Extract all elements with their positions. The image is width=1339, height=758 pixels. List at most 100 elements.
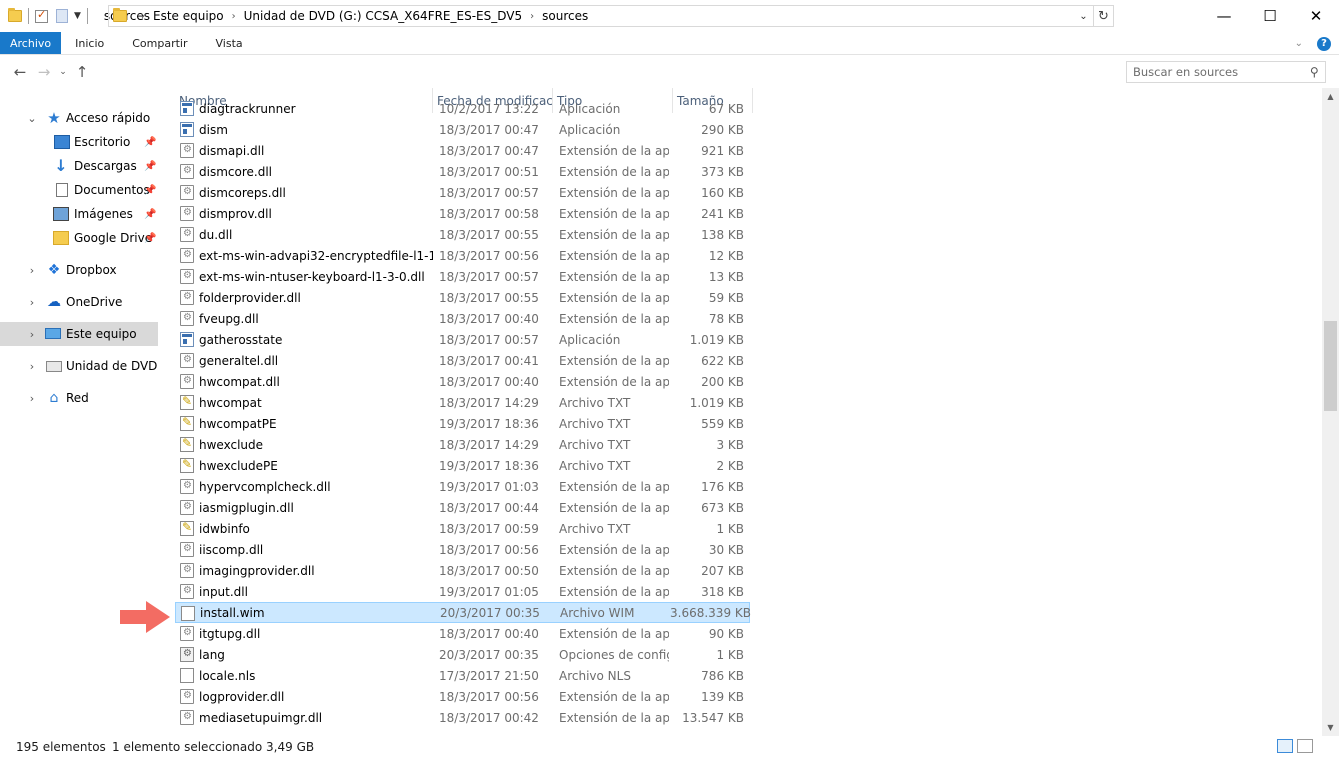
- vertical-scrollbar[interactable]: ▲ ▼: [1322, 88, 1339, 736]
- table-row[interactable]: input.dll 19/3/2017 01:05 Extensión de la …: [175, 581, 750, 602]
- table-row[interactable]: ext-ms-win-ntuser-keyboard-l1-3-0.dll 18/…: [175, 266, 750, 287]
- new-folder-icon[interactable]: [56, 9, 68, 23]
- network-icon: ⌂: [49, 390, 59, 406]
- table-row[interactable]: hwcompat 18/3/2017 14:29 Archivo TXT 1.019 …: [175, 392, 750, 413]
- table-row[interactable]: hwcompatPE 19/3/2017 18:36 Archivo TXT 559 …: [175, 413, 750, 434]
- sidebar-item-escritorio[interactable]: Escritorio 📌: [0, 130, 158, 154]
- table-row[interactable]: generaltel.dll 18/3/2017 00:41 Extensión d…: [175, 350, 750, 371]
- sidebar-item-dvd-drive[interactable]: › Unidad de DVD (G:): [0, 354, 158, 378]
- address-history-icon[interactable]: ⌄: [1075, 6, 1091, 26]
- table-row[interactable]: dismcore.dll 18/3/2017 00:51 Extensión de …: [175, 161, 750, 182]
- table-row[interactable]: logprovider.dll 18/3/2017 00:56 Extensión …: [175, 686, 750, 707]
- table-row[interactable]: gatherosstate 18/3/2017 00:57 Aplicación 1.…: [175, 329, 750, 350]
- forward-arrow-icon[interactable]: →: [32, 63, 56, 81]
- file-date: 18/3/2017 00:57: [439, 185, 539, 200]
- table-row[interactable]: ext-ms-win-advapi32-encryptedfile-l1-1-.…: [175, 245, 750, 266]
- pin-icon[interactable]: 📌: [144, 185, 156, 196]
- sidebar-item-documentos[interactable]: Documentos 📌: [0, 178, 158, 202]
- pin-icon[interactable]: 📌: [144, 209, 156, 220]
- table-row[interactable]: iasmigplugin.dll 18/3/2017 00:44 Extensión…: [175, 497, 750, 518]
- table-row[interactable]: diagtrackrunner 10/2/2017 13:22 Aplicación…: [175, 98, 750, 119]
- refresh-icon[interactable]: ↻: [1093, 6, 1113, 26]
- table-row[interactable]: imagingprovider.dll 18/3/2017 00:50 Extens…: [175, 560, 750, 581]
- file-size: 90 KB: [708, 626, 744, 641]
- properties-icon[interactable]: [35, 8, 48, 23]
- table-row[interactable]: folderprovider.dll 18/3/2017 00:55 Extensi…: [175, 287, 750, 308]
- table-row[interactable]: mediasetupuimgr.dll 18/3/2017 00:42 Extens…: [175, 707, 750, 728]
- file-date: 18/3/2017 00:59: [439, 521, 539, 536]
- customize-qat-icon[interactable]: ▼: [74, 11, 81, 21]
- sidebar-item-dropbox[interactable]: › ❖ Dropbox: [0, 258, 158, 282]
- sidebar-item-label: Documentos: [74, 183, 150, 197]
- table-row[interactable]: hwexcludePE 19/3/2017 18:36 Archivo TXT 2 K…: [175, 455, 750, 476]
- search-icon[interactable]: ⚲: [1310, 65, 1319, 79]
- search-box[interactable]: ⚲: [1126, 61, 1326, 83]
- details-view-icon[interactable]: [1277, 739, 1293, 753]
- table-row[interactable]: idwbinfo 18/3/2017 00:59 Archivo TXT 1 KB: [175, 518, 750, 539]
- sidebar-item-red[interactable]: › ⌂ Red: [0, 386, 158, 410]
- sidebar-item-acceso-rapido[interactable]: ⌄ ★ Acceso rápido: [0, 106, 158, 130]
- file-date: 18/3/2017 00:47: [439, 122, 539, 137]
- breadcrumb-este-equipo[interactable]: Este equipo: [153, 9, 224, 23]
- close-button[interactable]: ✕: [1293, 0, 1339, 32]
- file-date: 19/3/2017 01:03: [439, 479, 539, 494]
- dll-file-icon: [180, 626, 194, 641]
- expanded-chevron-icon[interactable]: ⌄: [26, 112, 38, 125]
- table-row[interactable]: fveupg.dll 18/3/2017 00:40 Extensión de la…: [175, 308, 750, 329]
- sidebar-item-este-equipo[interactable]: › Este equipo: [0, 322, 158, 346]
- dll-file-icon: [180, 290, 194, 305]
- table-row[interactable]: dismcoreps.dll 18/3/2017 00:57 Extensión d…: [175, 182, 750, 203]
- file-name: hwexclude: [199, 437, 264, 452]
- file-icon: [181, 606, 195, 621]
- file-date: 19/3/2017 18:36: [439, 416, 539, 431]
- table-row-selected[interactable]: install.wim 20/3/2017 00:35 Archivo WIM 3.6…: [175, 602, 751, 623]
- breadcrumb-dvd-drive[interactable]: Unidad de DVD (G:) CCSA_X64FRE_ES-ES_DV5: [244, 9, 522, 23]
- table-row[interactable]: iiscomp.dll 18/3/2017 00:56 Extensión de l…: [175, 539, 750, 560]
- pin-icon[interactable]: 📌: [144, 161, 156, 172]
- search-input[interactable]: [1133, 65, 1303, 79]
- table-row[interactable]: locale.nls 17/3/2017 21:50 Archivo NLS 786 …: [175, 665, 750, 686]
- table-row[interactable]: dism 18/3/2017 00:47 Aplicación 290 KB: [175, 119, 750, 140]
- tab-inicio[interactable]: Inicio: [61, 32, 118, 54]
- maximize-button[interactable]: ☐: [1247, 0, 1293, 32]
- onedrive-icon: ☁: [47, 294, 61, 310]
- tab-compartir[interactable]: Compartir: [118, 32, 201, 54]
- recent-locations-icon[interactable]: ⌄: [56, 67, 70, 77]
- table-row[interactable]: itgtupg.dll 18/3/2017 00:40 Extensión de l…: [175, 623, 750, 644]
- help-icon[interactable]: ?: [1317, 36, 1331, 51]
- navigation-pane: ⌄ ★ Acceso rápido Escritorio 📌 ↓ Descarg…: [0, 98, 158, 736]
- tab-archivo[interactable]: Archivo: [0, 32, 62, 54]
- minimize-button[interactable]: —: [1201, 0, 1247, 32]
- sidebar-item-descargas[interactable]: ↓ Descargas 📌: [0, 154, 158, 178]
- table-row[interactable]: hwcompat.dll 18/3/2017 00:40 Extensión de …: [175, 371, 750, 392]
- up-arrow-icon[interactable]: ↑: [70, 63, 94, 81]
- collapsed-chevron-icon[interactable]: ›: [26, 360, 38, 373]
- breadcrumb-sources[interactable]: sources: [542, 9, 588, 23]
- collapsed-chevron-icon[interactable]: ›: [26, 296, 38, 309]
- breadcrumb-separator[interactable]: ›: [141, 11, 145, 22]
- table-row[interactable]: dismprov.dll 18/3/2017 00:58 Extensión de …: [175, 203, 750, 224]
- scroll-up-icon[interactable]: ▲: [1322, 88, 1339, 105]
- sidebar-item-onedrive[interactable]: › ☁ OneDrive: [0, 290, 158, 314]
- table-row[interactable]: du.dll 18/3/2017 00:55 Extensión de la apl…: [175, 224, 750, 245]
- sidebar-item-imagenes[interactable]: Imágenes 📌: [0, 202, 158, 226]
- large-icons-view-icon[interactable]: [1297, 739, 1313, 753]
- collapsed-chevron-icon[interactable]: ›: [26, 264, 38, 277]
- table-row[interactable]: dismapi.dll 18/3/2017 00:47 Extensión de l…: [175, 140, 750, 161]
- collapsed-chevron-icon[interactable]: ›: [26, 328, 38, 341]
- table-row[interactable]: lang 20/3/2017 00:35 Opciones de configura…: [175, 644, 750, 665]
- pin-icon[interactable]: 📌: [144, 233, 156, 244]
- tab-vista[interactable]: Vista: [202, 32, 257, 54]
- breadcrumb-separator[interactable]: ›: [530, 11, 534, 22]
- pin-icon[interactable]: 📌: [144, 137, 156, 148]
- sidebar-item-google-drive[interactable]: Google Drive 📌: [0, 226, 158, 250]
- breadcrumb-separator[interactable]: ›: [232, 11, 236, 22]
- table-row[interactable]: hypervcomplcheck.dll 19/3/2017 01:03 Exten…: [175, 476, 750, 497]
- back-arrow-icon[interactable]: ←: [8, 63, 32, 81]
- scroll-down-icon[interactable]: ▼: [1322, 719, 1339, 736]
- expand-ribbon-icon[interactable]: ⌄: [1295, 38, 1303, 49]
- scrollbar-thumb[interactable]: [1324, 321, 1337, 411]
- collapsed-chevron-icon[interactable]: ›: [26, 392, 38, 405]
- address-bar[interactable]: › Este equipo › Unidad de DVD (G:) CCSA_…: [108, 5, 1114, 27]
- table-row[interactable]: hwexclude 18/3/2017 14:29 Archivo TXT 3 KB: [175, 434, 750, 455]
